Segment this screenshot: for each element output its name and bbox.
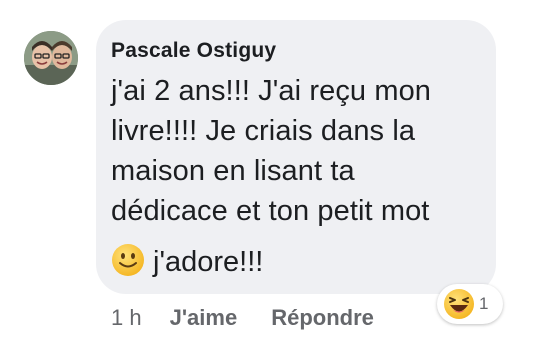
comment-actions: 1 h J'aime Répondre [111, 305, 374, 331]
reply-button[interactable]: Répondre [271, 305, 374, 331]
comment-screenshot: Pascale Ostiguy j'ai 2 ans!!! J'ai reçu … [0, 0, 550, 359]
comment-timestamp[interactable]: 1 h [111, 305, 142, 331]
comment-author[interactable]: Pascale Ostiguy [111, 39, 276, 63]
comment-text-line-1: j'ai 2 ans!!! J'ai reçu mon [111, 75, 432, 107]
comment-text-line-5: j'adore!!! [111, 243, 264, 282]
reaction-badge[interactable]: 1 [437, 284, 503, 324]
laughing-face-icon [443, 288, 475, 320]
avatar[interactable] [24, 31, 78, 85]
comment-text-line-2: livre!!!! Je criais dans la [111, 115, 416, 147]
like-button[interactable]: J'aime [170, 305, 238, 331]
slightly-smiling-face-icon [111, 243, 145, 282]
comment-text-line-3: maison en lisant ta [111, 155, 355, 187]
comment-text-line-4: dédicace et ton petit mot [111, 195, 430, 227]
comment-final-text: j'adore!!! [153, 245, 264, 278]
avatar-photo [24, 31, 78, 85]
reaction-count: 1 [479, 294, 489, 313]
